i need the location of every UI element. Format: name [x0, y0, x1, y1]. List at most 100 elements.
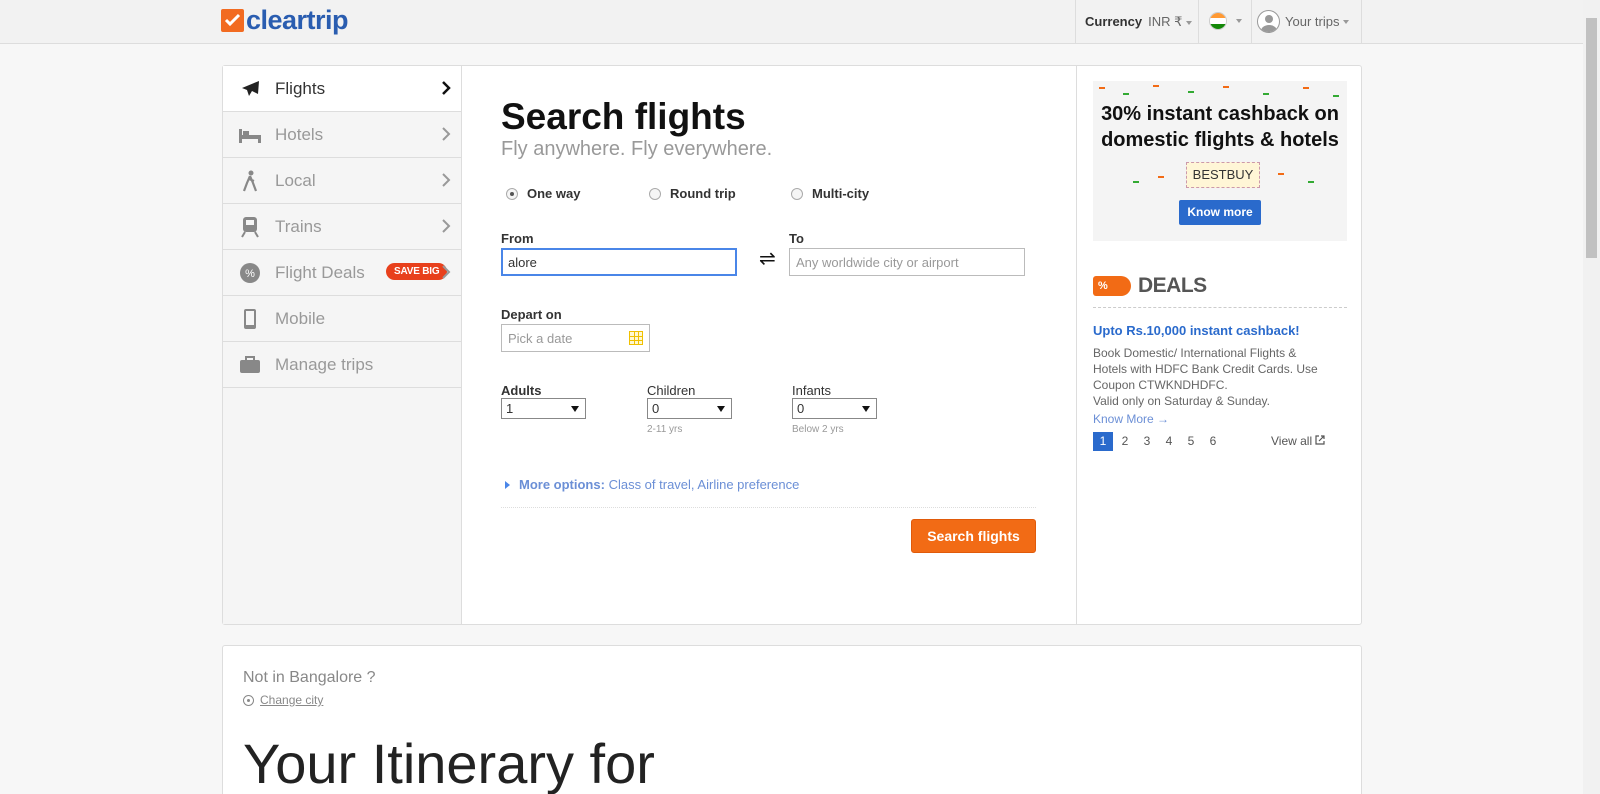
radio-round-trip[interactable]: Round trip: [649, 186, 736, 201]
pager-page[interactable]: 1: [1093, 432, 1113, 451]
your-trips-label: Your trips: [1285, 14, 1340, 29]
infants-value: 0: [797, 401, 805, 416]
children-label: Children: [647, 383, 696, 398]
confetti: [1153, 85, 1159, 87]
infants-select[interactable]: 0: [792, 398, 877, 419]
from-input[interactable]: alore: [501, 248, 737, 276]
confetti: [1188, 91, 1194, 93]
deal-know-more-link[interactable]: Know More →: [1093, 412, 1169, 426]
depart-label: Depart on: [501, 307, 562, 322]
from-label: From: [501, 231, 534, 246]
chevron-right-icon: [442, 265, 451, 279]
mobile-icon: [237, 308, 263, 330]
nav-item-flights[interactable]: Flights: [223, 66, 461, 112]
chevron-right-icon: [442, 127, 451, 141]
radio-label: Multi-city: [812, 186, 870, 201]
divider: [1093, 307, 1347, 308]
children-value: 0: [652, 401, 660, 416]
location-icon: [243, 694, 254, 706]
save-big-badge: SAVE BIG: [386, 263, 448, 280]
nav-label: Trains: [275, 216, 322, 236]
pager-page[interactable]: 6: [1203, 432, 1223, 451]
change-city-label: Change city: [260, 693, 324, 707]
your-trips-menu[interactable]: Your trips: [1257, 10, 1350, 33]
confetti: [1133, 181, 1139, 183]
chevron-down-icon: [1343, 19, 1350, 24]
view-all-link[interactable]: View all: [1271, 434, 1326, 448]
coupon-code: BESTBUY: [1186, 162, 1260, 188]
more-options-text: Class of travel, Airline preference: [608, 477, 800, 492]
promo-banner[interactable]: 30% instant cashback on domestic flights…: [1093, 81, 1347, 241]
radio-multi-city[interactable]: Multi-city: [791, 186, 869, 201]
nav-item-flight-deals[interactable]: % Flight Deals SAVE BIG: [223, 250, 461, 296]
radio-unselected-icon: [649, 187, 661, 200]
adults-select[interactable]: 1: [501, 398, 586, 419]
swap-icon[interactable]: ⇌: [759, 246, 776, 271]
deal-body-text: Book Domestic/ International Flights & H…: [1093, 346, 1318, 392]
currency-selector[interactable]: Currency INR ₹: [1085, 14, 1193, 30]
nav-item-local[interactable]: Local: [223, 158, 461, 204]
nav-label: Mobile: [275, 308, 326, 328]
radio-one-way[interactable]: One way: [506, 186, 580, 201]
page-subtitle: Fly anywhere. Fly everywhere.: [501, 138, 773, 160]
dropdown-arrow-icon: [717, 406, 725, 412]
not-in-city-text: Not in Bangalore ?: [243, 669, 376, 686]
depart-date-input[interactable]: Pick a date: [501, 324, 650, 352]
change-city-link[interactable]: Change city: [243, 693, 323, 707]
nav-label: Local: [275, 170, 316, 190]
header-divider: [1075, 0, 1076, 44]
nav-label: Flights: [275, 78, 326, 98]
radio-unselected-icon: [791, 187, 803, 200]
promo-headline: 30% instant cashback on domestic flights…: [1093, 101, 1347, 153]
to-input[interactable]: Any worldwide city or airport: [789, 248, 1025, 276]
confetti: [1099, 87, 1105, 89]
scrollbar-thumb[interactable]: [1586, 18, 1597, 258]
pager-page[interactable]: 3: [1137, 432, 1157, 451]
nav-item-trains[interactable]: Trains: [223, 204, 461, 250]
chevron-down-icon: [1186, 20, 1193, 25]
nav-label: Hotels: [275, 124, 324, 144]
confetti: [1308, 181, 1314, 183]
more-options-toggle[interactable]: More options: Class of travel, Airline p…: [505, 477, 799, 492]
pager-page[interactable]: 4: [1159, 432, 1179, 451]
hiker-icon: [237, 170, 263, 192]
nav-item-mobile[interactable]: Mobile: [223, 296, 461, 342]
pager-page[interactable]: 5: [1181, 432, 1201, 451]
children-select[interactable]: 0: [647, 398, 732, 419]
search-flights-button[interactable]: Search flights: [911, 519, 1036, 553]
view-all-label: View all: [1271, 434, 1313, 448]
product-nav: Flights Hotels Local Trains % Flight Dea…: [223, 66, 462, 624]
chevron-down-icon: [1236, 19, 1242, 23]
promo-headline-line: 30% instant cashback on: [1101, 103, 1339, 125]
caret-right-icon: [505, 481, 510, 489]
deals-header: % DEALS: [1093, 274, 1207, 298]
radio-selected-icon: [506, 187, 518, 200]
nav-item-hotels[interactable]: Hotels: [223, 112, 461, 158]
airplane-icon: [237, 78, 263, 100]
deals-tag-icon: %: [1093, 276, 1131, 296]
radio-label: One way: [527, 186, 581, 201]
dropdown-arrow-icon: [571, 406, 579, 412]
confetti: [1223, 86, 1229, 88]
chevron-right-icon: [442, 173, 451, 187]
header-divider: [1251, 0, 1252, 44]
currency-value: INR ₹: [1148, 14, 1183, 29]
cleartrip-logo[interactable]: cleartrip: [221, 6, 349, 34]
deal-title-link[interactable]: Upto Rs.10,000 instant cashback!: [1093, 323, 1300, 338]
confetti: [1303, 87, 1309, 89]
nav-label: Manage trips: [275, 354, 374, 374]
page-scrollbar[interactable]: [1583, 0, 1600, 794]
know-more-button[interactable]: Know more: [1179, 200, 1261, 225]
itinerary-heading: Your Itinerary for: [243, 732, 655, 794]
calendar-icon[interactable]: [629, 331, 643, 345]
confetti: [1263, 93, 1269, 95]
india-flag-icon[interactable]: [1209, 12, 1227, 30]
currency-label: Currency: [1085, 14, 1143, 29]
infants-label: Infants: [792, 383, 832, 398]
pager-page[interactable]: 2: [1115, 432, 1135, 451]
external-link-icon: [1315, 435, 1326, 445]
nav-item-manage-trips[interactable]: Manage trips: [223, 342, 461, 388]
bed-icon: [237, 124, 263, 146]
confetti: [1158, 176, 1164, 178]
promo-headline-line: domestic flights & hotels: [1101, 129, 1339, 151]
